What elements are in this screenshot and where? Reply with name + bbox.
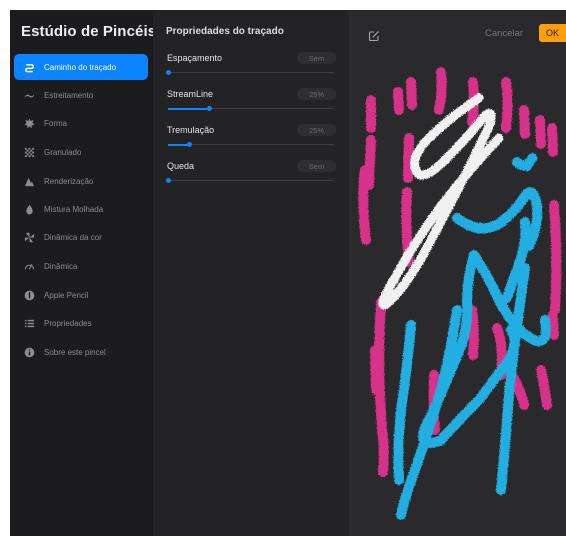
sidebar-item-color-dynamics[interactable]: Dinâmica da cor — [14, 224, 148, 250]
falloff-label: Queda — [167, 161, 195, 171]
jitter-property: Tremulação 25% — [166, 124, 336, 155]
sidebar-item-label: Propriedades — [44, 318, 92, 328]
jitter-label: Tremulação — [167, 125, 215, 135]
sidebar-item-label: Apple Pencil — [44, 290, 89, 300]
panel-title: Propriedades do traçado — [166, 26, 284, 37]
brush-studio-window: Estúdio de Pincéis Caminho do traçado Es… — [10, 10, 566, 536]
apple-pencil-icon — [23, 289, 35, 301]
stroke-preview[interactable] — [349, 10, 566, 536]
edit-icon[interactable] — [368, 29, 380, 42]
sidebar-item-label: Caminho do traçado — [44, 62, 117, 72]
falloff-property: Queda Sem — [165, 160, 336, 191]
sidebar-item-label: Estreitamento — [44, 90, 94, 100]
slider-track — [168, 72, 334, 73]
sidebar-item-label: Forma — [44, 118, 68, 128]
sidebar-item-label: Dinâmica da cor — [44, 232, 102, 242]
shape-icon — [23, 117, 35, 129]
sidebar-item-rendering[interactable]: Renderização — [14, 168, 148, 194]
spacing-value[interactable]: Sem — [297, 52, 336, 64]
cancel-button[interactable]: Cancelar — [485, 28, 523, 39]
jitter-slider[interactable] — [168, 142, 334, 148]
dynamics-icon — [23, 260, 35, 272]
slider-thumb[interactable] — [165, 70, 171, 75]
spacing-slider[interactable] — [165, 70, 334, 76]
falloff-slider[interactable] — [165, 178, 334, 184]
sidebar-item-label: Renderização — [44, 176, 94, 186]
sidebar-item-apple-pencil[interactable]: Apple Pencil — [14, 282, 148, 308]
falloff-value[interactable]: Sem — [297, 160, 336, 172]
wet-mix-icon — [23, 203, 35, 215]
sidebar-title: Estúdio de Pincéis — [21, 23, 157, 40]
slider-track — [168, 180, 334, 181]
slider-thumb[interactable] — [187, 142, 193, 147]
sidebar-item-label: Sobre este pincel — [44, 347, 106, 357]
stroke-properties-panel: Propriedades do traçado Espaçamento Sem … — [153, 10, 349, 536]
color-dynamics-icon — [23, 231, 35, 243]
sidebar-item-dynamics[interactable]: Dinâmica — [14, 253, 148, 279]
sidebar-item-wet-mix[interactable]: Mistura Molhada — [14, 196, 148, 222]
slider-thumb[interactable] — [165, 178, 171, 183]
sidebar: Estúdio de Pincéis Caminho do traçado Es… — [10, 10, 157, 536]
sidebar-item-taper[interactable]: Estreitamento — [14, 82, 148, 108]
sidebar-item-label: Mistura Molhada — [44, 204, 104, 214]
jitter-value[interactable]: 25% — [297, 124, 336, 136]
sidebar-item-about-brush[interactable]: Sobre este pincel — [14, 339, 148, 365]
sidebar-item-label: Granulado — [44, 147, 82, 157]
taper-icon — [23, 89, 35, 101]
sidebar-item-stroke-path[interactable]: Caminho do traçado — [14, 54, 148, 80]
stroke-path-icon — [23, 61, 35, 73]
properties-icon — [23, 317, 35, 329]
spacing-label: Espaçamento — [167, 53, 223, 63]
sidebar-item-label: Dinâmica — [44, 261, 78, 271]
streamline-label: StreamLine — [167, 89, 214, 99]
grain-icon — [23, 146, 35, 158]
streamline-value[interactable]: 25% — [297, 88, 336, 100]
drawing-pad[interactable]: Cancelar OK — [349, 10, 566, 536]
rendering-icon — [23, 175, 35, 187]
slider-thumb[interactable] — [207, 106, 212, 111]
info-icon — [23, 346, 35, 358]
sidebar-item-properties[interactable]: Propriedades — [14, 310, 148, 336]
spacing-property: Espaçamento Sem — [165, 52, 336, 83]
streamline-slider[interactable] — [168, 106, 334, 112]
streamline-property: StreamLine 25% — [166, 88, 336, 119]
sidebar-item-grain[interactable]: Granulado — [14, 139, 148, 165]
slider-track — [168, 144, 334, 145]
sidebar-item-shape[interactable]: Forma — [14, 110, 148, 136]
ok-button[interactable]: OK — [539, 24, 566, 42]
slider-fill — [168, 107, 210, 110]
